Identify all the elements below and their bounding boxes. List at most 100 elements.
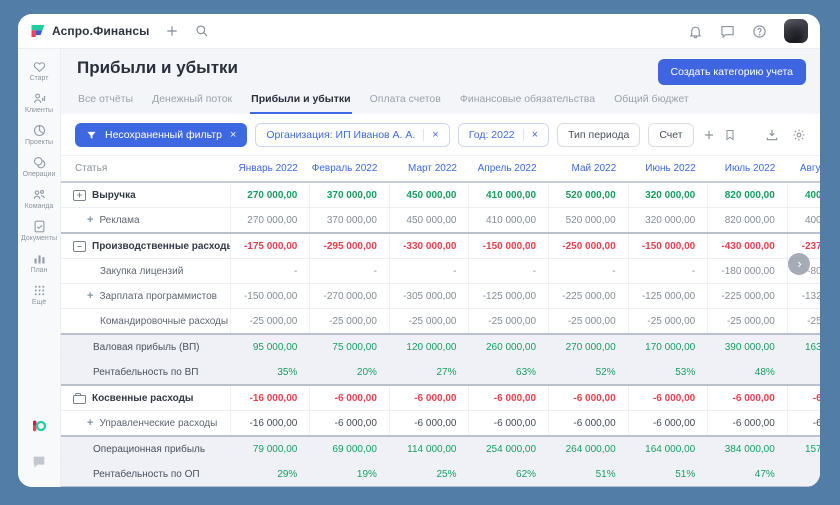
column-header-month-4[interactable]: Апрель 2022 (469, 156, 549, 182)
tab-pnl[interactable]: Прибыли и убытки (250, 90, 351, 114)
tab-invoices[interactable]: Оплата счетов (369, 90, 442, 114)
messages-icon[interactable] (720, 24, 735, 39)
sidebar-item-plan[interactable]: План (21, 251, 57, 274)
bookmark-icon[interactable] (724, 128, 736, 142)
add-subitem-icon[interactable]: + (87, 215, 93, 226)
value-cell: 400 000,00 (787, 208, 820, 234)
column-header-month-2[interactable]: Февраль 2022 (310, 156, 390, 182)
value-cell: 520 000,00 (549, 208, 629, 234)
filter-chip-close-icon[interactable]: × (523, 129, 538, 141)
value-cell: -6 000,00 (310, 385, 390, 411)
tab-all-reports[interactable]: Все отчёты (77, 90, 134, 114)
value-cell: 254 000,00 (469, 436, 549, 462)
filter-chip-period-type[interactable]: Тип периода (557, 123, 640, 147)
collapse-group-icon[interactable]: – (73, 241, 86, 252)
sidebar-item-team[interactable]: Команда (21, 187, 57, 210)
value-cell: 450 000,00 (389, 208, 469, 234)
value-cell: 114 000,00 (389, 436, 469, 462)
value-cell: 95 000,00 (230, 334, 310, 360)
value-cell: -6 000,00 (628, 411, 708, 437)
value-cell: 63% (469, 360, 549, 386)
value-cell: -25 000,00 (389, 309, 469, 335)
main-area: Прибыли и убытки Создать категорию учета… (61, 49, 820, 487)
sidebar-item-start[interactable]: Старт (21, 59, 57, 82)
topbar-right (688, 19, 808, 43)
row-label-cell[interactable]: +Выручка (61, 182, 230, 208)
filter-chip-year[interactable]: Год: 2022 × (458, 123, 549, 147)
user-avatar[interactable] (784, 19, 808, 43)
filter-chip-close-icon[interactable]: × (423, 129, 438, 141)
value-cell: 170 000,00 (628, 334, 708, 360)
add-subitem-icon[interactable]: + (87, 418, 93, 429)
sidebar-item-label: Команда (25, 203, 54, 210)
tab-liabilities[interactable]: Финансовые обязательства (459, 90, 596, 114)
add-filter-icon[interactable] (702, 128, 716, 142)
unsaved-filter-chip[interactable]: Несохраненный фильтр × (75, 123, 247, 147)
row-label-cell: Рентабельность по ВП (61, 360, 230, 386)
column-header-month-5[interactable]: Май 2022 (549, 156, 629, 182)
value-cell: -6 000,00 (469, 385, 549, 411)
plan-icon (32, 251, 47, 266)
row-label-cell: +Реклама (61, 208, 230, 234)
sidebar-item-clients[interactable]: Клиенты (21, 91, 57, 114)
table-row: Рентабельность по ОП29%19%25%62%51%51%47… (61, 462, 820, 488)
documents-icon (32, 219, 47, 234)
filter-chip-organization[interactable]: Организация: ИП Иванов А. А.× (255, 123, 449, 147)
search-icon[interactable] (195, 24, 209, 38)
sidebar-item-documents[interactable]: Документы (21, 219, 57, 242)
aspro-finance-logo-icon[interactable] (31, 418, 47, 439)
tab-cash-flow[interactable]: Денежный поток (151, 90, 233, 114)
table-settings-gear-icon[interactable] (792, 128, 806, 142)
row-label-cell: Рентабельность по ОП (61, 462, 230, 488)
value-cell: -225 000,00 (549, 284, 629, 309)
filter-chip-label: Год: 2022 (469, 129, 515, 141)
sidebar-item-label: Старт (29, 75, 48, 82)
row-label: Закупка лицензий (100, 266, 183, 277)
value-cell: 320 000,00 (628, 208, 708, 234)
folder-icon[interactable] (73, 395, 86, 404)
unsaved-filter-close-icon[interactable]: × (230, 129, 236, 141)
value-cell: -6 000,00 (389, 385, 469, 411)
value-cell: 27% (389, 360, 469, 386)
value-cell: -6 000,00 (469, 411, 549, 437)
column-header-month-6[interactable]: Июнь 2022 (628, 156, 708, 182)
filter-chip-account[interactable]: Счет (648, 123, 693, 147)
value-cell: -270 000,00 (310, 284, 390, 309)
row-label-cell[interactable]: Косвенные расходы (61, 385, 230, 411)
value-cell: -6 000,00 (310, 411, 390, 437)
scroll-right-button[interactable]: › (788, 253, 810, 275)
tab-budget[interactable]: Общий бюджет (613, 90, 690, 114)
row-label-cell[interactable]: –Производственные расходы (61, 233, 230, 259)
download-icon[interactable] (765, 128, 779, 142)
value-cell: -25 000,00 (787, 309, 820, 335)
column-header-month-3[interactable]: Март 2022 (389, 156, 469, 182)
table-row: Валовая прибыль (ВП)95 000,0075 000,0012… (61, 334, 820, 360)
start-icon (32, 59, 47, 74)
support-chat-icon[interactable] (31, 454, 47, 475)
column-header-month-8[interactable]: Август 2022 (787, 156, 820, 182)
column-header-month-1[interactable]: Январь 2022 (230, 156, 310, 182)
value-cell: 79 000,00 (230, 436, 310, 462)
create-category-button[interactable]: Создать категорию учета (658, 59, 806, 85)
pnl-table: СтатьяЯнварь 2022Февраль 2022Март 2022Ап… (61, 156, 820, 487)
clients-icon (32, 91, 47, 106)
value-cell: 520 000,00 (549, 182, 629, 208)
add-subitem-icon[interactable]: + (87, 291, 93, 302)
sidebar-item-label: Операции (23, 171, 56, 178)
add-button[interactable] (165, 24, 179, 38)
row-label-cell: Командировочные расходы (61, 309, 230, 335)
page-head: Прибыли и убытки Создать категорию учета (61, 49, 820, 85)
help-icon[interactable] (752, 24, 767, 39)
value-cell: -25 000,00 (708, 309, 788, 335)
sidebar-item-more[interactable]: Ещё (21, 283, 57, 306)
value-cell: -250 000,00 (549, 233, 629, 259)
value-cell: 410 000,00 (469, 208, 549, 234)
expand-group-icon[interactable]: + (73, 190, 86, 201)
column-header-month-7[interactable]: Июль 2022 (708, 156, 788, 182)
notifications-bell-icon[interactable] (688, 24, 703, 39)
table-row: Рентабельность по ВП35%20%27%63%52%53%48… (61, 360, 820, 386)
table-actions (765, 128, 806, 142)
sidebar-item-projects[interactable]: Проекты (21, 123, 57, 146)
value-cell: -295 000,00 (310, 233, 390, 259)
sidebar-item-operations[interactable]: Операции (21, 155, 57, 178)
